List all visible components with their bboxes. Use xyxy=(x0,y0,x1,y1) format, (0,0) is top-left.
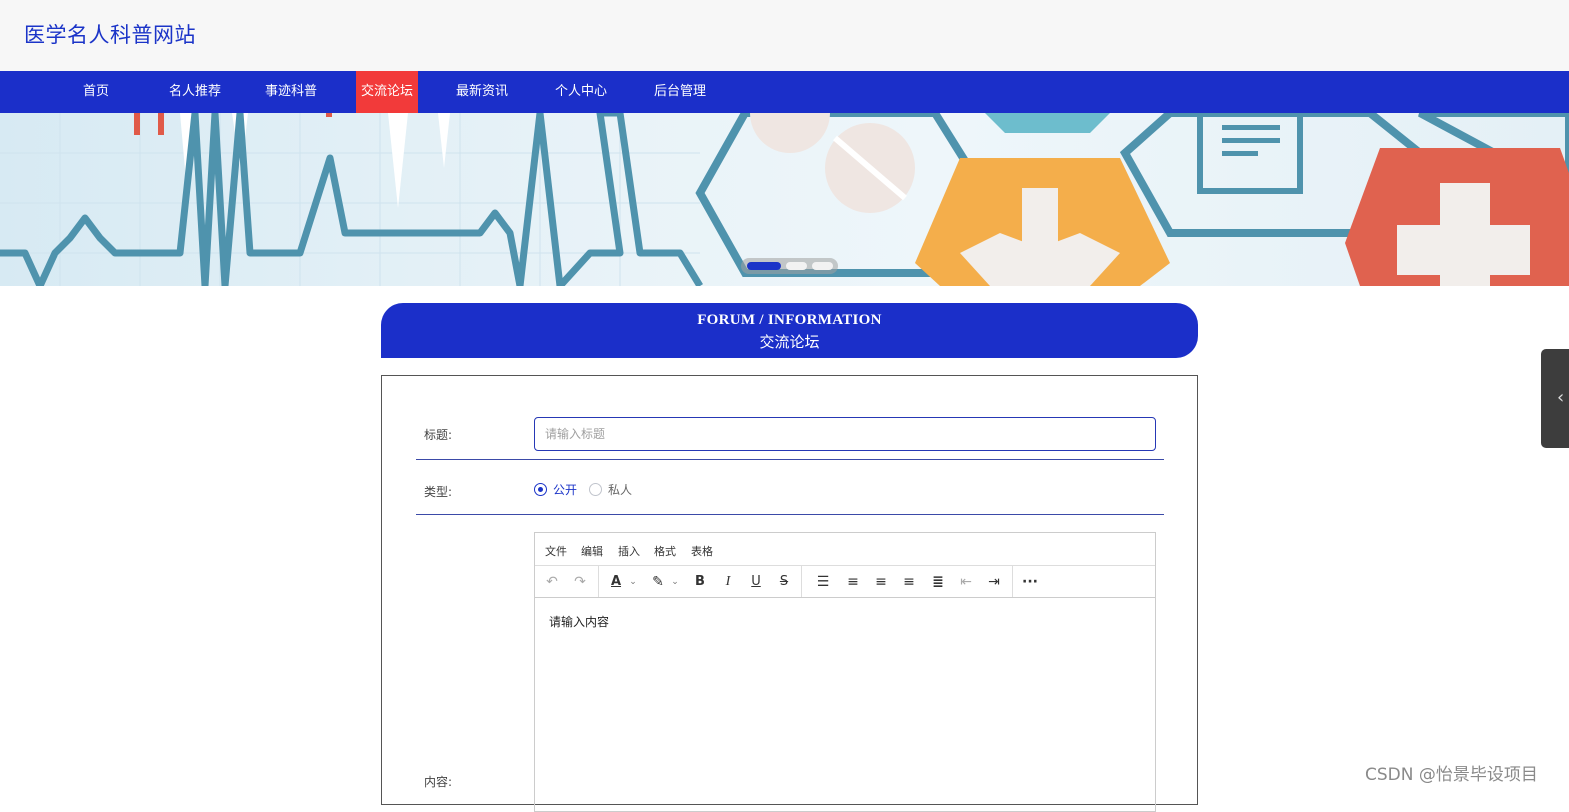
row-divider xyxy=(416,514,1164,515)
radio-circle-icon xyxy=(589,482,602,496)
toolbar-separator xyxy=(598,566,599,597)
section-header: FORUM / INFORMATION 交流论坛 xyxy=(381,303,1198,358)
more-icon[interactable]: ··· xyxy=(1019,572,1041,592)
redo-icon[interactable]: ↷ xyxy=(569,572,591,592)
menu-edit[interactable]: 编辑 xyxy=(581,543,603,559)
radio-public[interactable]: 公开 xyxy=(534,481,577,497)
radio-private-label: 私人 xyxy=(608,482,633,497)
chevron-left-icon: ‹ xyxy=(1557,387,1565,408)
undo-icon[interactable]: ↶ xyxy=(541,572,563,592)
section-title-cn: 交流论坛 xyxy=(759,333,820,351)
nav-item-celebrity[interactable]: 名人推荐 xyxy=(163,71,227,113)
highlight-icon[interactable]: ✎ xyxy=(647,572,669,592)
menu-file[interactable]: 文件 xyxy=(545,543,567,559)
chevron-down-icon[interactable]: ⌄ xyxy=(627,572,639,592)
align-left-icon[interactable]: ≡ xyxy=(842,572,864,592)
nav-item-home[interactable]: 首页 xyxy=(69,71,123,113)
content-label: 内容: xyxy=(424,775,453,789)
editor-menubar: 文件 编辑 插入 格式 表格 xyxy=(535,533,1155,566)
nav-item-admin[interactable]: 后台管理 xyxy=(648,71,712,113)
chevron-down-icon[interactable]: ⌄ xyxy=(669,572,681,592)
radio-private[interactable]: 私人 xyxy=(589,481,632,497)
top-header: 医学名人科普网站 xyxy=(0,0,1569,71)
main-nav: 首页 名人推荐 事迹科普 交流论坛 最新资讯 个人中心 后台管理 xyxy=(0,71,1569,113)
italic-icon[interactable]: I xyxy=(717,572,739,592)
underline-icon[interactable]: U xyxy=(745,572,767,592)
side-panel-toggle[interactable]: ‹ xyxy=(1541,349,1569,448)
row-divider xyxy=(416,459,1164,460)
editor-toolbar: ↶ ↷ A ⌄ ✎ ⌄ B I U S ☰ ≡ ≡ ≡ ≣ ⇤ ⇥ ··· xyxy=(535,566,1155,598)
watermark: CSDN @怡景毕设项目 xyxy=(1365,765,1538,785)
rich-text-editor: 文件 编辑 插入 格式 表格 ↶ ↷ A ⌄ ✎ ⌄ B I U S ☰ ≡ ≡… xyxy=(534,532,1156,812)
editor-content[interactable]: 请输入内容 xyxy=(549,613,609,630)
menu-format[interactable]: 格式 xyxy=(654,543,676,559)
strikethrough-icon[interactable]: S xyxy=(773,572,795,592)
outdent-icon[interactable]: ⇤ xyxy=(955,572,977,592)
title-label: 标题: xyxy=(424,428,453,442)
banner-carousel[interactable] xyxy=(0,113,1569,286)
nav-item-forum[interactable]: 交流论坛 xyxy=(356,71,418,113)
align-center-icon[interactable]: ≡ xyxy=(870,572,892,592)
bold-icon[interactable]: B xyxy=(689,572,711,592)
radio-public-label: 公开 xyxy=(553,482,578,497)
line-height-icon[interactable]: ☰ xyxy=(812,572,834,592)
type-label: 类型: xyxy=(424,485,453,499)
toolbar-separator xyxy=(801,566,802,597)
justify-icon[interactable]: ≣ xyxy=(927,572,949,592)
section-title-en: FORUM / INFORMATION xyxy=(697,312,882,328)
menu-insert[interactable]: 插入 xyxy=(618,543,640,559)
radio-circle-icon xyxy=(534,482,547,496)
site-title[interactable]: 医学名人科普网站 xyxy=(24,19,196,49)
toolbar-separator xyxy=(1012,566,1013,597)
title-input[interactable] xyxy=(534,417,1156,451)
carousel-indicators xyxy=(741,258,838,274)
nav-item-news[interactable]: 最新资讯 xyxy=(450,71,514,113)
nav-item-profile[interactable]: 个人中心 xyxy=(549,71,613,113)
carousel-dot-3[interactable] xyxy=(812,262,833,270)
carousel-dot-2[interactable] xyxy=(786,262,807,270)
post-form: 标题: 类型: 公开 私人 文件 编辑 插入 格式 表格 ↶ ↷ A ⌄ ✎ ⌄… xyxy=(381,375,1198,812)
carousel-dot-1[interactable] xyxy=(747,262,781,270)
menu-table[interactable]: 表格 xyxy=(691,543,713,559)
align-right-icon[interactable]: ≡ xyxy=(898,572,920,592)
indent-icon[interactable]: ⇥ xyxy=(983,572,1005,592)
nav-item-deeds[interactable]: 事迹科普 xyxy=(259,71,323,113)
font-color-icon[interactable]: A xyxy=(605,572,627,592)
